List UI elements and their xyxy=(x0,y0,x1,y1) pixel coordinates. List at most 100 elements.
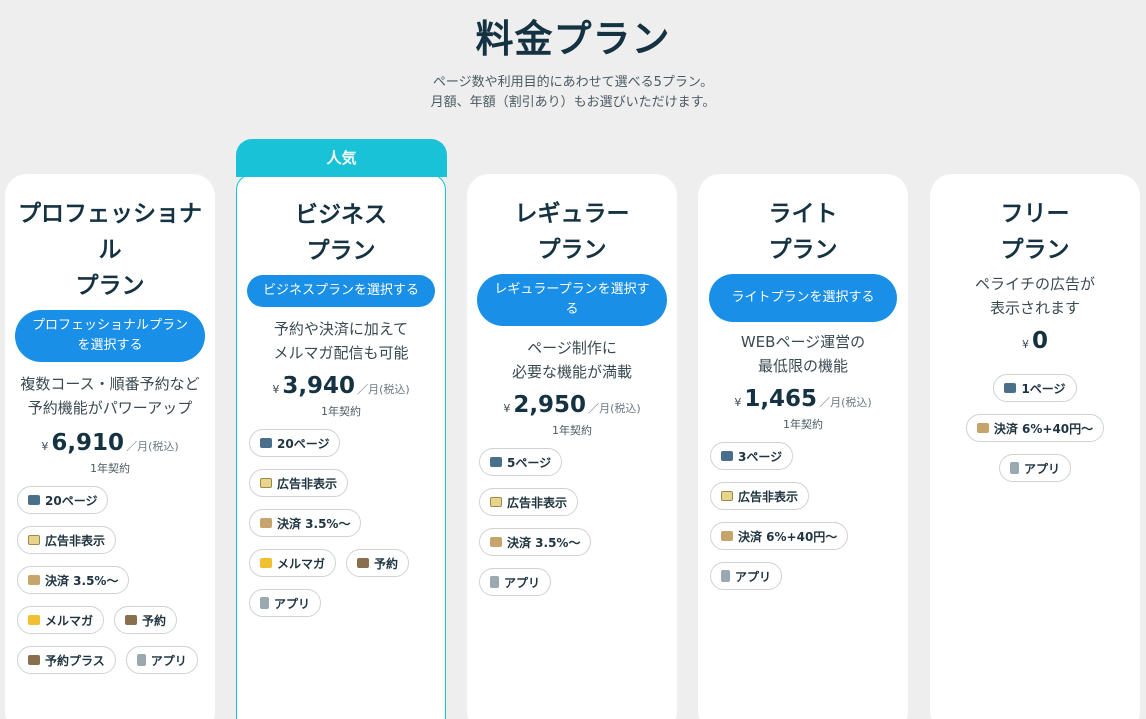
description-line: 表示されます xyxy=(989,299,1080,317)
feature-chip: メルマガ xyxy=(249,549,337,577)
currency-symbol: ¥ xyxy=(41,440,49,453)
feature-chip: 3ページ xyxy=(710,442,794,470)
price-amount: 1,465 xyxy=(744,386,818,412)
select-light-button[interactable]: ライトプランを選択する xyxy=(709,274,897,322)
feature-label: 広告非表示 xyxy=(45,533,106,548)
app-icon xyxy=(136,654,146,666)
feature-label: 3ページ xyxy=(738,449,783,464)
feature-label: 決済 6%+40円〜 xyxy=(738,529,838,544)
feature-list: 5ページ 広告非表示 決済 3.5%〜 アプリ xyxy=(479,448,669,596)
feature-label: 決済 3.5%〜 xyxy=(507,535,581,550)
price: ¥ 3,940 ／月(税込) xyxy=(237,373,445,399)
feature-label: 決済 6%+40円〜 xyxy=(993,421,1094,436)
feature-label: 5ページ xyxy=(507,455,552,470)
cart-icon xyxy=(721,531,733,541)
description-line: 予約や決済に加えて xyxy=(273,320,409,338)
ad-icon xyxy=(721,491,733,501)
price-unit: ／月(税込) xyxy=(357,383,410,396)
contract-term: 1年契約 xyxy=(783,418,823,431)
plan-name-line: プラン xyxy=(75,273,145,299)
contract-term: 1年契約 xyxy=(321,405,361,418)
cart-icon xyxy=(490,537,502,547)
plan-card-professional: プロフェッショナ ル プラン プロフェッショナルプランを選択する 複数コース・順… xyxy=(5,174,215,719)
description-line: ページ制作に xyxy=(527,339,617,357)
page-icon xyxy=(260,438,272,448)
select-professional-button[interactable]: プロフェッショナルプランを選択する xyxy=(15,310,205,362)
mail-icon xyxy=(260,558,272,568)
plan-name-line: レギュラー xyxy=(514,201,630,227)
plan-description: ペライチの広告が 表示されます xyxy=(930,272,1140,320)
popular-badge: 人気 xyxy=(236,139,447,177)
plan-name-line: ライト xyxy=(768,201,838,227)
price-amount: 0 xyxy=(1031,328,1048,354)
feature-chip: 決済 3.5%〜 xyxy=(249,509,362,537)
price-amount: 2,950 xyxy=(513,392,587,418)
feature-chip: 予約 xyxy=(114,606,178,634)
app-icon xyxy=(1009,462,1019,474)
description-line: 最低限の機能 xyxy=(757,357,848,375)
currency-symbol: ¥ xyxy=(272,383,280,396)
plan-card-business: 人気 ビジネス プラン ビジネスプランを選択する 予約や決済に加えて メルマガ配… xyxy=(236,139,447,719)
feature-chip: 20ページ xyxy=(249,429,341,457)
feature-label: アプリ xyxy=(1023,461,1060,476)
feature-list: 3ページ 広告非表示 決済 6%+40円〜 アプリ xyxy=(710,442,900,590)
price-amount: 3,940 xyxy=(282,373,356,399)
currency-symbol: ¥ xyxy=(503,402,511,415)
feature-chip: アプリ xyxy=(710,562,783,590)
feature-list: 20ページ 広告非表示 決済 3.5%〜 メルマガ 予約 アプリ xyxy=(249,429,435,617)
app-icon xyxy=(260,597,269,609)
price-amount: 6,910 xyxy=(51,430,125,456)
feature-chip: 広告非表示 xyxy=(17,526,117,554)
feature-chip: 5ページ xyxy=(479,448,563,476)
plan-card-regular: レギュラー プラン レギュラープランを選択する ページ制作に 必要な機能が満載 … xyxy=(467,174,677,719)
price: ¥ 0 xyxy=(930,328,1140,354)
currency-symbol: ¥ xyxy=(734,396,742,409)
contract-term: 1年契約 xyxy=(552,424,592,437)
plan-name: ビジネス プラン xyxy=(237,197,445,269)
description-line: ペライチの広告が xyxy=(974,275,1095,293)
price: ¥ 6,910 ／月(税込) xyxy=(5,430,215,456)
feature-label: メルマガ xyxy=(45,613,94,628)
plan-name-line: ル xyxy=(98,237,122,263)
select-business-button[interactable]: ビジネスプランを選択する xyxy=(247,275,435,307)
plan-name-line: フリー xyxy=(1000,201,1070,227)
feature-chip: 決済 3.5%〜 xyxy=(17,566,130,594)
page-icon xyxy=(1004,383,1017,393)
feature-label: アプリ xyxy=(504,575,541,590)
plan-name: レギュラー プラン xyxy=(467,196,677,268)
feature-chip: 広告非表示 xyxy=(479,488,579,516)
feature-label: 予約 xyxy=(374,556,399,571)
subtitle-line-2: 月額、年額（割引あり）もお選びいただけます。 xyxy=(430,95,716,110)
plan-name-line: プラン xyxy=(306,238,376,264)
feature-label: アプリ xyxy=(150,653,187,668)
app-icon xyxy=(490,576,499,588)
contract-term: 1年契約 xyxy=(90,462,130,475)
ad-icon xyxy=(260,478,272,488)
cart-icon xyxy=(28,575,40,585)
page-icon xyxy=(28,495,40,505)
cart-icon xyxy=(976,423,989,433)
feature-label: 1ページ xyxy=(1021,381,1066,396)
feature-list: 20ページ 広告非表示 決済 3.5%〜 メルマガ 予約 予約プラス アプリ xyxy=(17,486,205,674)
pricing-header: 料金プラン ページ数や利用目的にあわせて選べる5プラン。 月額、年額（割引あり）… xyxy=(0,0,1146,113)
plan-description: ページ制作に 必要な機能が満載 xyxy=(467,336,677,384)
feature-label: 予約 xyxy=(142,613,167,628)
feature-chip: 予約 xyxy=(346,549,410,577)
feature-chip: メルマガ xyxy=(17,606,105,634)
description-line: WEBページ運営の xyxy=(740,333,866,351)
ad-icon xyxy=(28,535,40,545)
plan-card-light: ライト プラン ライトプランを選択する WEBページ運営の 最低限の機能 ¥ 1… xyxy=(698,174,908,719)
select-regular-button[interactable]: レギュラープランを選択する xyxy=(477,274,667,326)
feature-label: メルマガ xyxy=(277,556,326,571)
feature-label: 予約プラス xyxy=(45,653,105,668)
page-subtitle: ページ数や利用目的にあわせて選べる5プラン。 月額、年額（割引あり）もお選びいた… xyxy=(0,73,1146,113)
feature-label: 20ページ xyxy=(45,493,98,508)
price-unit: ／月(税込) xyxy=(588,402,641,415)
plan-name-line: プラン xyxy=(537,237,607,263)
plan-name: プロフェッショナ ル プラン xyxy=(5,196,215,304)
feature-chip: 予約プラス xyxy=(17,646,116,674)
calendar-icon xyxy=(28,655,40,665)
feature-chip: 決済 3.5%〜 xyxy=(479,528,592,556)
plan-description: 予約や決済に加えて メルマガ配信も可能 xyxy=(237,317,445,365)
price: ¥ 1,465 ／月(税込) xyxy=(698,386,908,412)
